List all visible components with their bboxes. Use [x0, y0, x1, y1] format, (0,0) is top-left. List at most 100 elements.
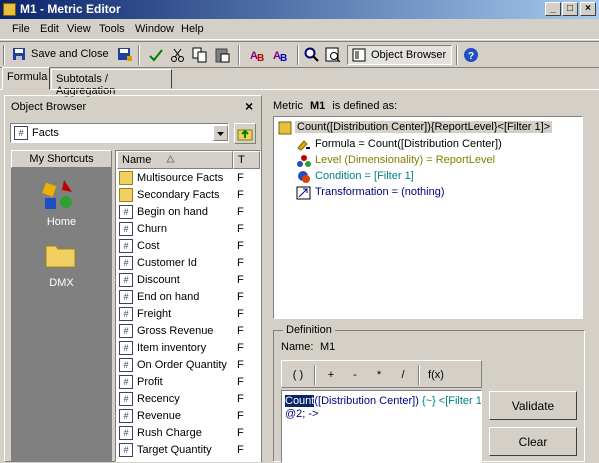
- sort-ascending-icon: [166, 155, 175, 163]
- list-item[interactable]: # Recency F: [119, 391, 259, 408]
- folder-icon[interactable]: [45, 242, 77, 268]
- list-item[interactable]: # Churn F: [119, 221, 259, 238]
- list-item-name: Gross Revenue: [137, 325, 214, 337]
- my-shortcuts-button[interactable]: My Shortcuts: [11, 150, 112, 168]
- list-item[interactable]: # End on hand F: [119, 289, 259, 306]
- name-label: Name:: [281, 341, 314, 353]
- list-item[interactable]: # Item inventory F: [119, 340, 259, 357]
- save-icon[interactable]: [117, 47, 133, 63]
- fact-icon: #: [119, 273, 133, 287]
- list-item-type: F: [237, 291, 244, 303]
- list-item-type: F: [237, 223, 244, 235]
- plus-button[interactable]: +: [322, 366, 340, 386]
- help-icon[interactable]: ?: [463, 47, 479, 63]
- multiply-button[interactable]: *: [370, 366, 388, 386]
- list-item[interactable]: # On Order Quantity F: [119, 357, 259, 374]
- shortcut-home-label[interactable]: Home: [11, 216, 112, 228]
- fact-icon: #: [119, 375, 133, 389]
- list-item-type: F: [237, 257, 244, 269]
- formula-text-line2: @2; ->: [285, 408, 319, 420]
- list-item[interactable]: # Gross Revenue F: [119, 323, 259, 340]
- menu-file[interactable]: File: [12, 23, 30, 35]
- list-item-name: On Order Quantity: [137, 359, 227, 371]
- fact-icon: #: [119, 205, 133, 219]
- list-item[interactable]: # Freight F: [119, 306, 259, 323]
- menu-window[interactable]: Window: [135, 23, 174, 35]
- shortcut-dmx-label[interactable]: DMX: [11, 277, 112, 289]
- fact-icon: #: [119, 290, 133, 304]
- menu-help[interactable]: Help: [181, 23, 204, 35]
- tab-underline: [0, 89, 599, 90]
- level-node[interactable]: Level (Dimensionality) = ReportLevel: [315, 154, 495, 166]
- toolbar-grip: [3, 45, 5, 65]
- search-icon[interactable]: [304, 47, 320, 63]
- list-item[interactable]: # Profit F: [119, 374, 259, 391]
- list-item[interactable]: # Target Quantity F: [119, 442, 259, 459]
- list-item[interactable]: # Cost F: [119, 238, 259, 255]
- close-icon[interactable]: ×: [245, 98, 253, 114]
- metric-label-suffix: is defined as:: [332, 100, 398, 112]
- menu-edit[interactable]: Edit: [40, 23, 59, 35]
- fact-icon: #: [119, 358, 133, 372]
- folder-up-button[interactable]: [234, 123, 256, 144]
- formula-icon: [297, 140, 310, 151]
- list-item[interactable]: # Rush Charge F: [119, 425, 259, 442]
- list-item[interactable]: # Revenue F: [119, 408, 259, 425]
- list-item-name: Freight: [137, 308, 172, 320]
- divide-button[interactable]: /: [394, 366, 412, 386]
- menu-tools[interactable]: Tools: [99, 23, 125, 35]
- save-and-close-button[interactable]: Save and Close: [11, 45, 109, 65]
- object-browser-icon: [352, 48, 366, 62]
- home-icon[interactable]: [42, 178, 76, 212]
- check-syntax-icon[interactable]: [148, 47, 164, 63]
- list-item[interactable]: # Begin on hand F: [119, 204, 259, 221]
- list-item-name: Item inventory: [137, 342, 207, 354]
- validate-button[interactable]: Validate: [489, 391, 577, 420]
- tab-formula[interactable]: Formula: [2, 67, 50, 90]
- paste-icon[interactable]: [214, 47, 230, 63]
- folder-select[interactable]: # Facts: [10, 123, 229, 143]
- close-button[interactable]: ×: [580, 2, 596, 16]
- formula-editor[interactable]: Count([Distribution Center]) {~} <[Filte…: [281, 390, 482, 463]
- parentheses-button[interactable]: ( ): [287, 366, 309, 386]
- metric-root-node[interactable]: Count([Distribution Center]){ReportLevel…: [295, 121, 553, 133]
- fact-icon: #: [119, 239, 133, 253]
- list-item-name: Revenue: [137, 410, 182, 422]
- minus-button[interactable]: -: [346, 366, 364, 386]
- formula-selected-text: Count: [285, 395, 315, 407]
- metric-definition-panel: Metric M1 is defined as: Count([Distribu…: [272, 95, 599, 463]
- list-item[interactable]: # Customer Id F: [119, 255, 259, 272]
- list-item[interactable]: Secondary Facts F: [119, 187, 259, 204]
- list-item-type: F: [237, 240, 244, 252]
- definition-group: Definition Name: M1 ( ) + - * / f(x) Cou…: [273, 324, 585, 463]
- object-browser-toggle[interactable]: Object Browser: [347, 45, 452, 65]
- list-item-type: F: [237, 274, 244, 286]
- cut-icon[interactable]: [170, 47, 186, 63]
- title-bar: M1 - Metric Editor _ □ ×: [0, 0, 599, 19]
- window-title: M1 - Metric Editor: [20, 2, 121, 16]
- tab-subtotals-aggregation[interactable]: Subtotals / Aggregation: [51, 69, 172, 97]
- function-button[interactable]: f(x): [424, 366, 448, 386]
- condition-node[interactable]: Condition = [Filter 1]: [315, 170, 414, 182]
- clear-button[interactable]: Clear: [489, 427, 577, 456]
- list-item-name: Recency: [137, 393, 180, 405]
- menu-view[interactable]: View: [67, 23, 91, 35]
- copy-icon[interactable]: [192, 47, 208, 63]
- formula-text: ([Distribution Center]): [314, 395, 422, 407]
- replace-icon[interactable]: A B: [273, 47, 289, 63]
- properties-icon[interactable]: [325, 47, 341, 63]
- list-item-name: Discount: [137, 274, 180, 286]
- chevron-down-icon[interactable]: [213, 125, 228, 141]
- list-item[interactable]: # Discount F: [119, 272, 259, 289]
- transformation-node[interactable]: Transformation = (nothing): [315, 186, 445, 198]
- minimize-button[interactable]: _: [545, 2, 561, 16]
- find-icon[interactable]: A B: [250, 47, 266, 63]
- column-header-type[interactable]: T: [233, 151, 260, 169]
- formula-node[interactable]: Formula = Count([Distribution Center]): [315, 138, 502, 150]
- list-item[interactable]: Multisource Facts F: [119, 170, 259, 187]
- list-item-type: F: [237, 359, 244, 371]
- list-item-type: F: [237, 172, 244, 184]
- list-item-type: F: [237, 325, 244, 337]
- column-header-name[interactable]: Name: [117, 151, 233, 169]
- maximize-button[interactable]: □: [562, 2, 578, 16]
